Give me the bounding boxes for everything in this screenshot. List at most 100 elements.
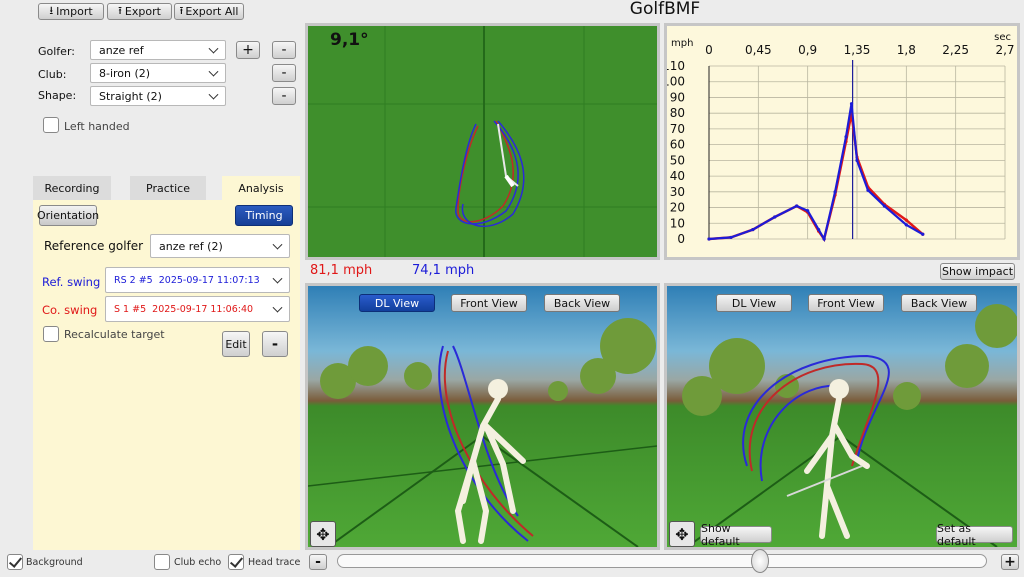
chart-y-axis-label: mph xyxy=(671,38,693,49)
reference-golfer-label: Reference golfer xyxy=(44,239,144,253)
remove-shape-button[interactable]: - xyxy=(272,87,296,105)
chart-data-point xyxy=(707,237,711,241)
club-value: 8-iron (2) xyxy=(99,66,151,80)
chart-data-point xyxy=(822,237,826,241)
shape-value: Straight (2) xyxy=(99,89,162,103)
orientation-button[interactable]: Orientation xyxy=(37,205,99,226)
upload-icon: ⭱ xyxy=(179,4,184,17)
tab-recording[interactable]: Recording xyxy=(33,176,111,200)
chart-data-point xyxy=(806,209,810,213)
chart-y-tick-label: 50 xyxy=(670,153,685,167)
reference-golfer-select[interactable]: anze ref (2) xyxy=(150,234,290,258)
head-trace-label: Head trace xyxy=(248,557,301,568)
top-down-swing-plot xyxy=(308,26,657,257)
chart-data-point xyxy=(729,235,733,240)
club-echo-checkbox[interactable] xyxy=(154,554,170,570)
chart-x-axis-label: sec xyxy=(994,32,1011,43)
chart-data-point xyxy=(855,158,859,162)
left-dl-view-button[interactable]: DL View xyxy=(359,294,435,312)
chart-y-tick-label: 100 xyxy=(667,75,685,89)
remove-golfer-button[interactable]: - xyxy=(272,41,296,59)
chart-data-point xyxy=(751,227,755,232)
co-speed-readout: 81,1 mph xyxy=(310,263,373,278)
chart-x-tick-label: 1,8 xyxy=(897,43,916,57)
chart-y-tick-label: 60 xyxy=(670,138,685,152)
recalculate-target-checkbox[interactable] xyxy=(43,326,59,342)
import-button[interactable]: ⭳ Import xyxy=(38,3,104,20)
chart-data-point xyxy=(921,232,925,236)
left-front-view-button[interactable]: Front View xyxy=(451,294,527,312)
chart-x-tick-label: 0 xyxy=(705,43,713,57)
timeline-plus-button[interactable]: + xyxy=(1001,554,1019,570)
chart-x-tick-label: 0,45 xyxy=(745,43,772,57)
tab-label: Recording xyxy=(44,181,100,195)
chart-data-point xyxy=(904,223,908,227)
club-echo-label: Club echo xyxy=(174,557,222,568)
timeline-slider-track[interactable] xyxy=(337,554,987,568)
ref-swing-value: RS 2 #5 2025-09-17 11:07:13 xyxy=(114,274,260,286)
upload-icon: ⭱ xyxy=(118,4,122,17)
remove-club-button[interactable]: - xyxy=(272,64,296,82)
right-3d-view[interactable]: DL View Front View Back View ✥ Show defa… xyxy=(664,283,1020,550)
golfer-label: Golfer: xyxy=(38,45,75,58)
app-title: GolfBMF xyxy=(629,0,701,19)
club-label: Club: xyxy=(38,68,67,81)
timeline-minus-button[interactable]: - xyxy=(309,554,327,570)
chart-data-point xyxy=(795,204,799,208)
ref-swing-select[interactable]: RS 2 #5 2025-09-17 11:07:13 xyxy=(105,267,290,293)
recalculate-target-label: Recalculate target xyxy=(64,328,165,341)
timing-button[interactable]: Timing xyxy=(235,205,293,226)
timeline-slider-thumb[interactable] xyxy=(750,549,769,573)
co-swing-value: S 1 #5 2025-09-17 11:06:40 xyxy=(114,303,254,315)
set-as-default-button[interactable]: Set as default xyxy=(936,522,1013,547)
chevron-down-icon xyxy=(272,239,283,250)
import-label: Import xyxy=(56,5,93,18)
background-label: Background xyxy=(26,557,83,568)
background-checkbox[interactable] xyxy=(7,554,23,570)
top-down-view[interactable]: 9,1° xyxy=(305,23,660,260)
speed-chart-panel: 0 0,45 0,9 1,35 1,8 2,25 2,7 0 10 20 30 40 50 60 70 80 9… xyxy=(664,23,1020,260)
chevron-down-icon xyxy=(208,89,219,100)
show-impact-button[interactable]: Show impact xyxy=(940,263,1015,280)
golfer-select[interactable]: anze ref xyxy=(90,40,226,60)
move-arrows-icon[interactable]: ✥ xyxy=(669,521,695,547)
head-trace-checkbox[interactable] xyxy=(228,554,244,570)
reference-golfer-value: anze ref (2) xyxy=(159,239,223,253)
tab-analysis[interactable]: Analysis xyxy=(222,176,300,200)
speed-chart: 0 0,45 0,9 1,35 1,8 2,25 2,7010203040506070809… xyxy=(667,32,1015,246)
edit-button[interactable]: Edit xyxy=(222,331,250,357)
add-golfer-button[interactable]: + xyxy=(236,41,260,59)
chevron-down-icon xyxy=(208,66,219,77)
right-front-view-button[interactable]: Front View xyxy=(808,294,884,312)
chart-x-tick-label: 2,25 xyxy=(942,43,969,57)
left-back-view-button[interactable]: Back View xyxy=(544,294,620,312)
left-handed-checkbox[interactable] xyxy=(43,117,59,133)
remove-swing-button[interactable]: - xyxy=(262,331,288,357)
move-arrows-icon[interactable]: ✥ xyxy=(310,521,336,547)
chart-data-point xyxy=(904,218,908,222)
chart-y-tick-label: 70 xyxy=(670,122,685,136)
club-select[interactable]: 8-iron (2) xyxy=(90,63,226,83)
export-all-button[interactable]: ⭱ Export All xyxy=(174,3,244,20)
right-back-view-button[interactable]: Back View xyxy=(901,294,977,312)
chart-x-tick-label: 1,35 xyxy=(844,43,871,57)
chart-data-point xyxy=(882,204,887,208)
chevron-down-icon xyxy=(272,273,283,284)
chart-data-point xyxy=(849,102,854,106)
shape-select[interactable]: Straight (2) xyxy=(90,86,226,106)
export-button[interactable]: ⭱ Export xyxy=(107,3,172,20)
right-dl-view-button[interactable]: DL View xyxy=(716,294,792,312)
co-swing-select[interactable]: S 1 #5 2025-09-17 11:06:40 xyxy=(105,296,290,322)
chart-y-tick-label: 40 xyxy=(670,169,685,183)
swing-angle-readout: 9,1° xyxy=(330,30,369,50)
show-default-button[interactable]: Show default xyxy=(700,522,772,547)
chart-y-tick-label: 10 xyxy=(670,216,685,230)
chart-y-tick-label: 110 xyxy=(667,59,685,73)
chart-y-tick-label: 90 xyxy=(670,90,685,104)
golfer-value: anze ref xyxy=(99,43,144,57)
ref-swing-label: Ref. swing xyxy=(42,275,101,289)
tab-practice[interactable]: Practice xyxy=(130,176,206,200)
export-label: Export xyxy=(124,5,161,18)
chevron-down-icon xyxy=(208,43,219,54)
left-3d-view[interactable]: DL View Front View Back View ✥ xyxy=(305,283,660,550)
